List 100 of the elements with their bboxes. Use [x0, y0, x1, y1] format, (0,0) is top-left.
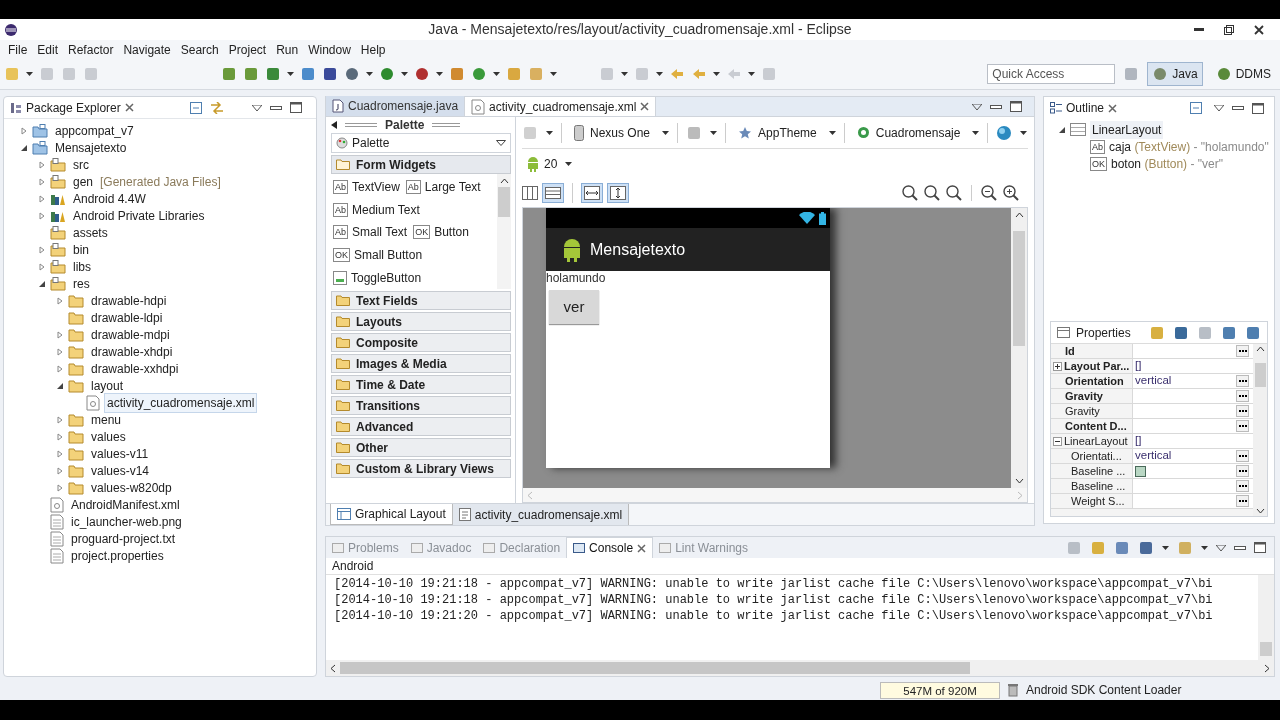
close-icon[interactable] — [637, 543, 647, 553]
caret-icon[interactable] — [366, 72, 373, 76]
restore-window-icon[interactable] — [1224, 24, 1234, 35]
collapsed-arrow-icon[interactable] — [56, 466, 64, 475]
menu-bar-entry[interactable]: Help — [356, 40, 390, 59]
panel-tab[interactable]: Properties — [1076, 323, 1131, 342]
collapsed-arrow-icon[interactable] — [20, 126, 28, 135]
maximize-icon[interactable] — [290, 102, 302, 113]
scroll-thumb[interactable] — [1013, 230, 1025, 346]
scroll-thumb[interactable] — [1254, 363, 1266, 387]
stacked-view-icon[interactable] — [542, 183, 564, 203]
bug-icon[interactable] — [344, 66, 360, 82]
expanded-arrow-icon[interactable] — [20, 143, 28, 152]
property-checkbox[interactable] — [1135, 465, 1146, 477]
scroll-left-icon[interactable] — [330, 663, 336, 673]
close-icon[interactable] — [640, 102, 650, 111]
collapsed-arrow-icon[interactable] — [56, 347, 64, 356]
editor-tab[interactable]: Cuadromensaje.java — [326, 96, 465, 116]
menu-bar-entry[interactable]: File — [4, 40, 32, 59]
device-dropdown[interactable]: Nexus One — [570, 123, 655, 142]
scroll-thumb[interactable] — [340, 662, 970, 674]
class-icon[interactable] — [471, 66, 487, 82]
menu-bar-entry[interactable]: Refactor — [64, 40, 118, 59]
link-editor-icon[interactable] — [210, 101, 224, 114]
collapsed-arrow-icon[interactable] — [56, 415, 64, 424]
preview-button[interactable]: ver — [549, 290, 599, 324]
console-scrollbar[interactable] — [1258, 575, 1274, 660]
menu-bar-entry[interactable]: Window — [304, 40, 355, 59]
caret-icon[interactable] — [748, 72, 755, 76]
run-icon[interactable] — [379, 66, 395, 82]
scroll-up-icon[interactable] — [1014, 212, 1024, 218]
view-menu-icon[interactable] — [972, 103, 982, 110]
tree-item[interactable]: activity_cuadromensaje.xml — [104, 392, 258, 413]
more-button[interactable] — [1236, 450, 1249, 462]
outline-item[interactable]: boton (Button) - "ver" — [1111, 154, 1223, 173]
side-by-side-icon[interactable] — [522, 186, 538, 200]
view-tab[interactable]: Console — [566, 537, 654, 558]
caret-icon[interactable] — [401, 72, 408, 76]
fit-height-icon[interactable] — [607, 183, 629, 203]
activity-dropdown[interactable]: Cuadromensaje — [852, 123, 965, 142]
caret-icon[interactable] — [656, 72, 663, 76]
more-button[interactable] — [1236, 480, 1249, 492]
more-button[interactable] — [1236, 420, 1249, 432]
perspective-button[interactable]: Java — [1147, 62, 1203, 86]
api-level-dropdown[interactable]: 20 — [522, 155, 558, 173]
palette-dropdown[interactable]: Palette — [331, 133, 511, 153]
palette-widget[interactable]: Button — [434, 223, 469, 242]
caret-icon[interactable] — [1020, 130, 1028, 135]
collapsed-arrow-icon[interactable] — [38, 194, 46, 203]
collapsed-arrow-icon[interactable] — [38, 262, 46, 271]
caret-icon[interactable] — [828, 130, 836, 135]
palette-widget[interactable]: ToggleButton — [351, 268, 422, 287]
actual-size-icon[interactable] — [945, 184, 963, 202]
palette-widget[interactable]: Large Text — [424, 178, 481, 197]
palette-category[interactable]: Form Widgets — [331, 155, 511, 174]
collapsed-arrow-icon[interactable] — [56, 432, 64, 441]
maximize-icon[interactable] — [1010, 101, 1022, 112]
zoom-to-fit-icon[interactable] — [901, 184, 919, 202]
more-button[interactable] — [1236, 405, 1249, 417]
scroll-right-icon[interactable] — [1264, 663, 1270, 673]
caret-icon[interactable] — [972, 130, 980, 135]
palette-category[interactable]: Composite — [331, 333, 511, 352]
perspective-button[interactable]: DDMS — [1210, 62, 1276, 86]
minimize-icon[interactable] — [1234, 545, 1246, 550]
fit-width-icon[interactable] — [581, 183, 603, 203]
zoom-out-icon[interactable] — [980, 184, 998, 202]
maximize-icon[interactable] — [1254, 542, 1266, 553]
scroll-up-icon[interactable] — [499, 178, 509, 184]
menu-bar-entry[interactable]: Navigate — [119, 40, 175, 59]
collapsed-arrow-icon[interactable] — [56, 364, 64, 373]
palette-widget[interactable]: Medium Text — [352, 200, 420, 219]
menu-bar-entry[interactable]: Project — [224, 40, 271, 59]
theme-dropdown[interactable]: AppTheme — [734, 123, 821, 142]
more-button[interactable] — [1236, 345, 1249, 357]
more-button[interactable] — [1236, 495, 1249, 507]
caret-icon[interactable] — [662, 130, 670, 135]
scroll-thumb[interactable] — [498, 187, 510, 217]
panel-tab[interactable]: Package Explorer — [26, 98, 121, 117]
scroll-down-icon[interactable] — [1255, 508, 1265, 514]
caret-icon[interactable] — [621, 72, 628, 76]
editor-page-tab[interactable]: activity_cuadromensaje.xml — [452, 504, 630, 525]
collapsed-arrow-icon[interactable] — [38, 211, 46, 220]
caret-icon[interactable] — [26, 72, 33, 76]
globe-icon[interactable] — [996, 124, 1013, 141]
collapsed-arrow-icon[interactable] — [38, 177, 46, 186]
scroll-thumb[interactable] — [1260, 642, 1272, 656]
caret-icon[interactable] — [1162, 545, 1169, 550]
caret-icon[interactable] — [550, 72, 557, 76]
caret-icon[interactable] — [436, 72, 443, 76]
collapsed-arrow-icon[interactable] — [56, 449, 64, 458]
collapsed-arrow-icon[interactable] — [56, 296, 64, 305]
editor-tab[interactable]: activity_cuadromensaje.xml — [464, 96, 657, 116]
minimize-window-icon[interactable] — [1194, 27, 1204, 32]
more-button[interactable] — [1236, 390, 1249, 402]
palette-category[interactable]: Other — [331, 438, 511, 457]
palette-category[interactable]: Advanced — [331, 417, 511, 436]
console-horizontal-scrollbar[interactable] — [326, 660, 1274, 676]
expanded-arrow-icon[interactable] — [1058, 125, 1066, 134]
caret-icon[interactable] — [710, 130, 718, 135]
palette-widget[interactable]: Small Text — [352, 223, 408, 242]
